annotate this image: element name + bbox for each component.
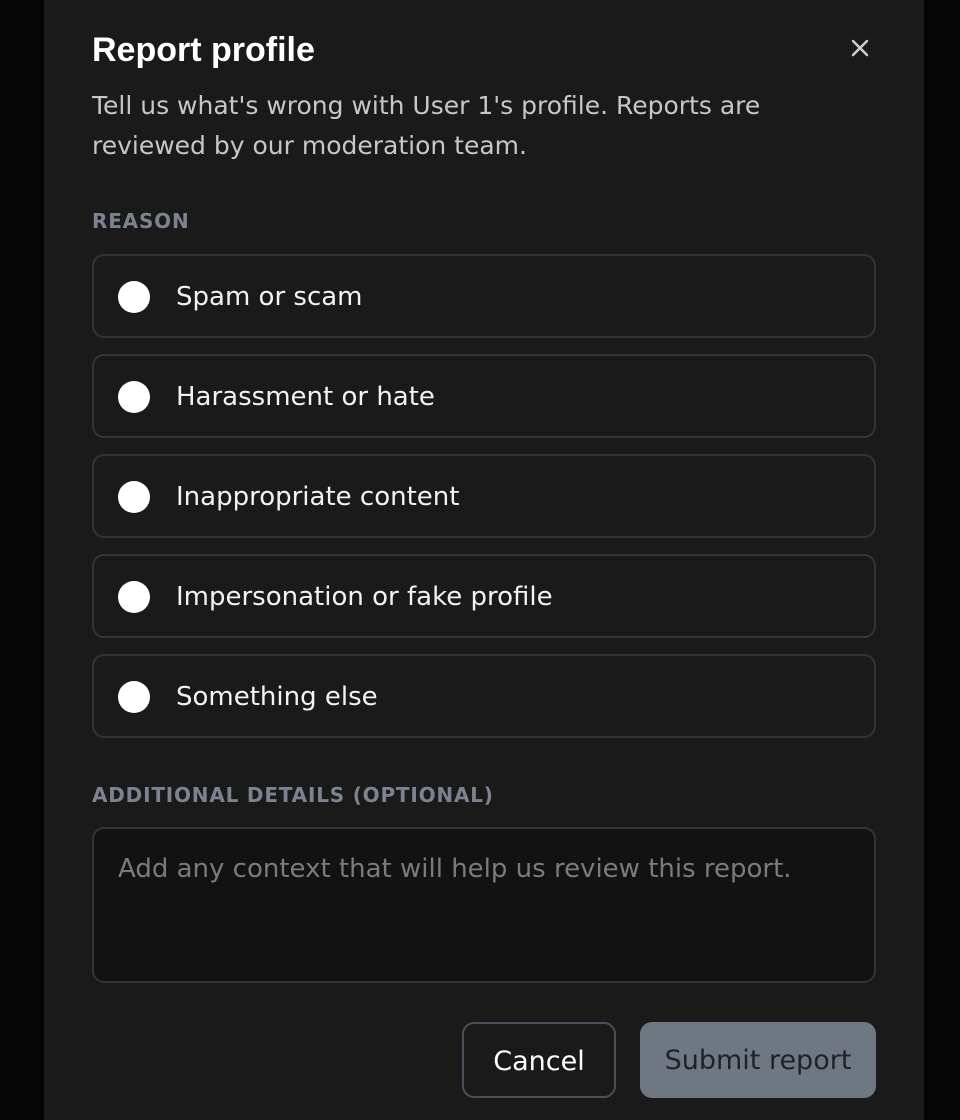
reason-section-label: REASON	[92, 209, 190, 233]
reason-option-label: Harassment or hate	[176, 382, 435, 412]
reason-option-label: Impersonation or fake profile	[176, 582, 553, 612]
submit-report-button[interactable]: Submit report	[640, 1022, 876, 1098]
additional-details-textarea[interactable]	[118, 851, 838, 959]
radio-button[interactable]	[118, 381, 150, 413]
radio-button[interactable]	[118, 581, 150, 613]
reason-option-harassment[interactable]: Harassment or hate	[92, 354, 876, 438]
reason-option-label: Spam or scam	[176, 282, 363, 312]
close-button[interactable]	[844, 32, 876, 64]
dialog-description: Tell us what's wrong with User 1's profi…	[92, 91, 761, 160]
reason-option-something-else[interactable]: Something else	[92, 654, 876, 738]
radio-button[interactable]	[118, 281, 150, 313]
additional-details-label: ADDITIONAL DETAILS (OPTIONAL)	[92, 783, 494, 807]
dialog-title: Report profile	[92, 31, 315, 69]
close-icon	[851, 39, 869, 57]
reason-options: Spam or scam Harassment or hate Inapprop…	[92, 254, 876, 754]
reason-option-label: Inappropriate content	[176, 482, 460, 512]
radio-button[interactable]	[118, 481, 150, 513]
radio-button[interactable]	[118, 681, 150, 713]
cancel-button[interactable]: Cancel	[462, 1022, 616, 1098]
reason-option-spam[interactable]: Spam or scam	[92, 254, 876, 338]
reason-option-inappropriate-content[interactable]: Inappropriate content	[92, 454, 876, 538]
report-profile-dialog: Report profile Tell us what's wrong with…	[44, 0, 924, 1120]
reason-option-impersonation[interactable]: Impersonation or fake profile	[92, 554, 876, 638]
dialog-actions: Cancel Submit report	[44, 1022, 924, 1098]
dialog-header: Report profile	[92, 30, 876, 74]
reason-option-label: Something else	[176, 682, 378, 712]
additional-details-field[interactable]	[92, 827, 876, 983]
